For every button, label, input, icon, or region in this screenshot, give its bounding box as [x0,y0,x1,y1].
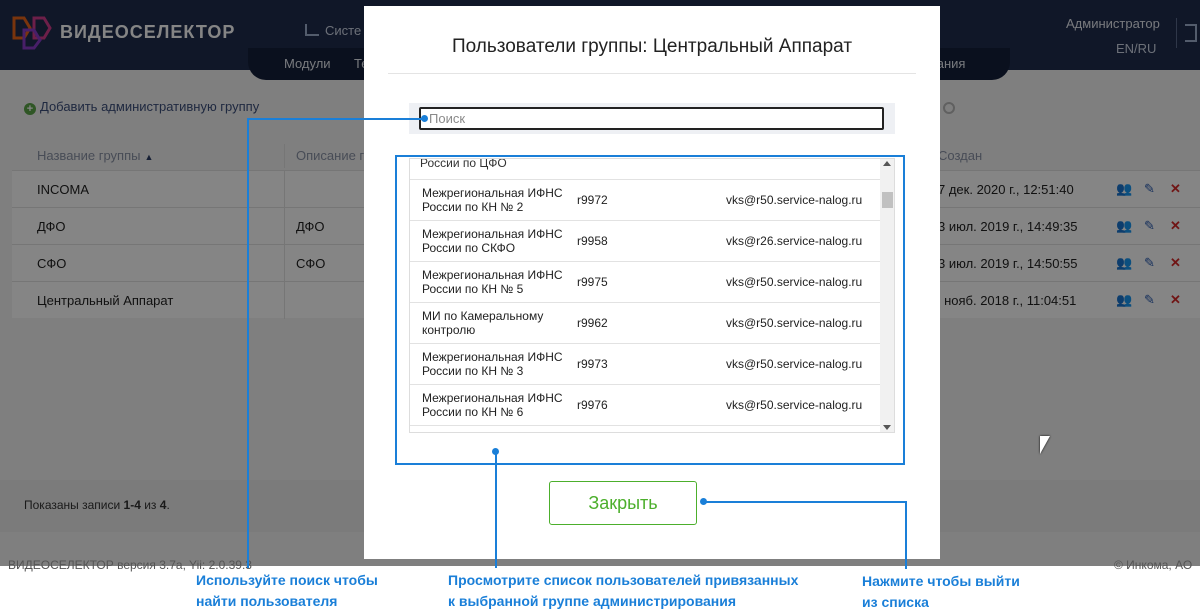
close-note-line-1: Нажмите чтобы выйти [862,573,1020,589]
modal-title: Пользователи группы: Центральный Аппарат [451,36,853,57]
close-callout-line [905,501,907,569]
list-note-line-2: к выбранной группе администрирования [448,593,737,609]
search-wrapper [409,103,895,134]
mouse-cursor-icon [1040,436,1050,454]
search-callout-note: Используйте поиск чтобы найти пользовател… [196,570,378,612]
user-search-input[interactable] [419,107,884,130]
search-note-line-1: Используйте поиск чтобы [196,572,378,588]
close-button[interactable]: Закрыть [549,481,697,525]
close-callout-note: Нажмите чтобы выйти из списка [862,571,1020,612]
close-callout-line [704,501,906,503]
list-note-line-1: Просмотрите список пользователей привяза… [448,572,799,588]
list-callout-note: Просмотрите список пользователей привяза… [448,570,798,612]
modal-divider [388,73,916,74]
list-callout-line [495,452,497,568]
copyright: © Инкома, АО [1114,558,1193,572]
search-callout-line [247,118,249,568]
search-note-line-2: найти пользователя [196,593,338,609]
close-note-line-2: из списка [862,594,929,610]
user-list-highlight [395,155,905,465]
search-callout-line [248,118,425,120]
